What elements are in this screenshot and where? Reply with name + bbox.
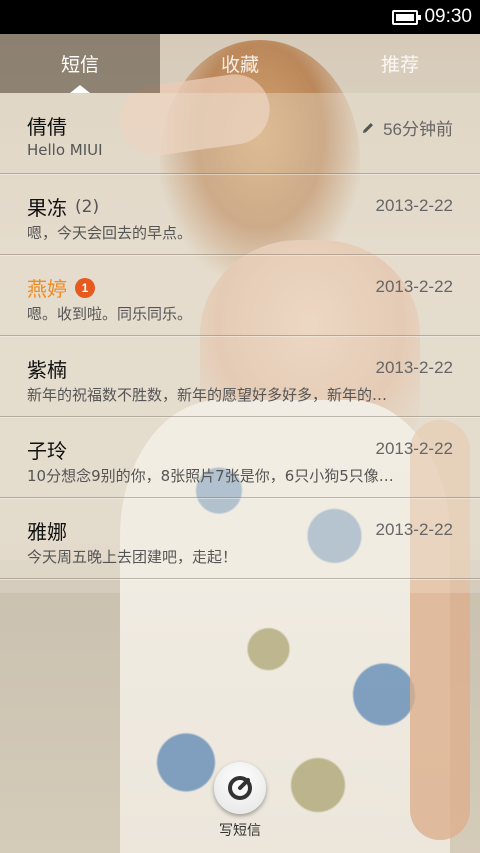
battery-icon [392,9,422,25]
contact-name: 雅娜 [27,520,67,544]
pencil-icon [363,122,374,133]
tab-bar: 短信 收藏 推荐 [0,34,480,93]
contact-name: 果冻 (2) [27,196,100,220]
message-preview: 10分想念9别的你，8张照片7张是你，6只小狗5只像… [27,467,394,485]
timestamp: 2013-2-22 [375,520,453,539]
conversation-row[interactable]: 紫楠 2013-2-22 新年的祝福数不胜数，新年的愿望好多好多，新年的… [0,336,480,417]
timestamp: 2013-2-22 [375,358,453,377]
tab-recommended[interactable]: 推荐 [320,34,480,93]
contact-name: 紫楠 [27,358,67,382]
unread-badge: 1 [75,277,95,298]
contact-name: 倩倩 [27,115,67,139]
message-preview: 嗯。收到啦。同乐同乐。 [27,305,193,323]
contact-name: 子玲 [27,439,67,463]
tab-label: 推荐 [380,54,419,76]
conversation-row[interactable]: 雅娜 2013-2-22 今天周五晚上去团建吧，走起！ [0,498,480,579]
conversation-row[interactable]: 子玲 2013-2-22 10分想念9别的你，8张照片7张是你，6只小狗5只像… [0,417,480,498]
status-bar: 09:30 [0,0,480,34]
tab-label: 短信 [60,54,99,76]
tab-label: 收藏 [220,54,259,76]
compose-icon[interactable] [214,762,266,814]
message-preview: Hello MIUI [27,141,103,159]
message-preview: 嗯，今天会回去的早点。 [27,224,193,242]
compose-label: 写短信 [219,823,261,839]
conversation-row[interactable]: 果冻 (2) 2013-2-22 嗯，今天会回去的早点。 [0,174,480,255]
message-count: (2) [75,196,100,217]
timestamp: 2013-2-22 [375,439,453,458]
status-time: 09:30 [424,6,472,27]
compose-button[interactable]: 写短信 [210,762,270,840]
tab-favorites[interactable]: 收藏 [160,34,320,93]
conversation-row[interactable]: 倩倩 56分钟前 Hello MIUI [0,93,480,174]
timestamp: 56分钟前 [361,115,453,140]
tab-messages[interactable]: 短信 [0,34,160,93]
conversation-row[interactable]: 燕婷 1 2013-2-22 嗯。收到啦。同乐同乐。 [0,255,480,336]
message-preview: 今天周五晚上去团建吧，走起！ [27,548,238,566]
conversation-list: 倩倩 56分钟前 Hello MIUI 果冻 (2) 2013-2-22 嗯，今… [0,93,480,579]
message-preview: 新年的祝福数不胜数，新年的愿望好多好多，新年的… [27,386,388,404]
timestamp: 2013-2-22 [375,196,453,215]
contact-name: 燕婷 1 [27,273,95,302]
timestamp: 2013-2-22 [375,277,453,296]
